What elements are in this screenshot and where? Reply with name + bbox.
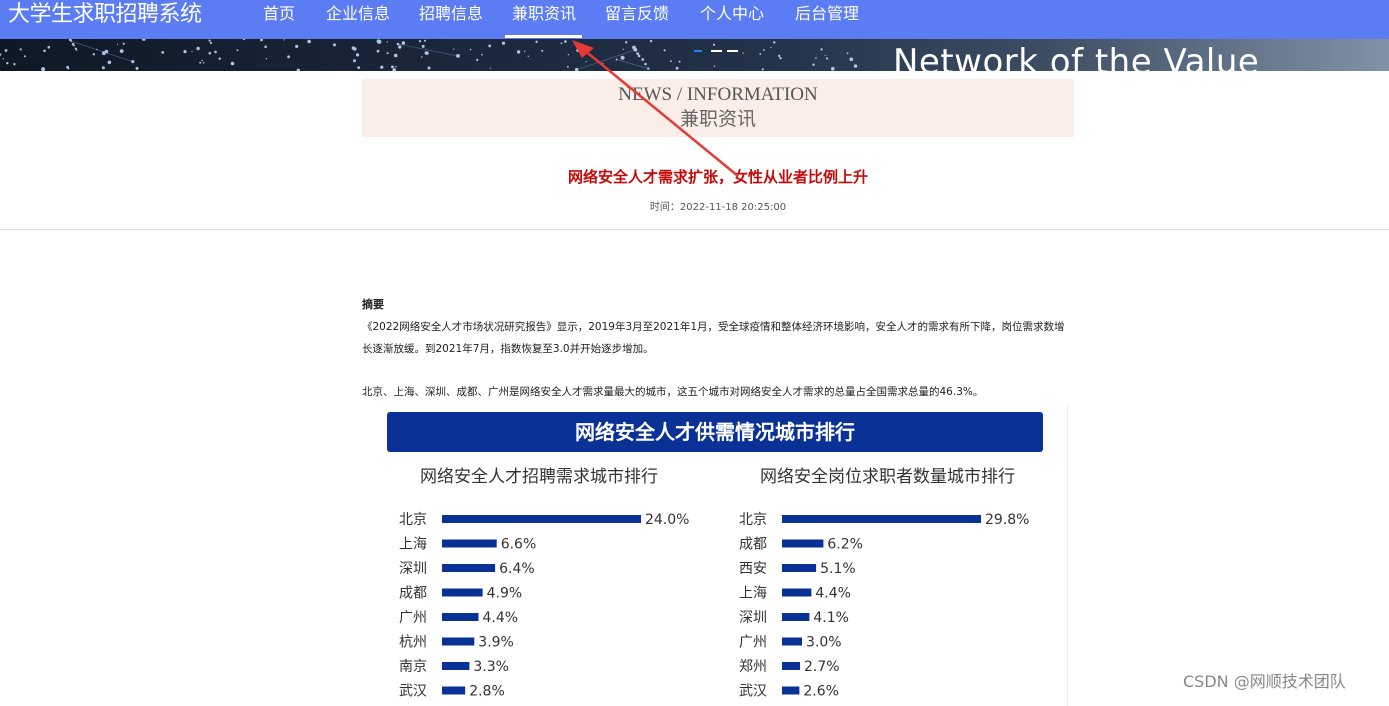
category-label: 北京 [399, 512, 427, 528]
article-paragraph: 《2022网络安全人才市场状况研究报告》显示，2019年3月至2021年1月，受… [362, 316, 1074, 360]
value-label: 4.4% [483, 610, 519, 626]
divider [0, 229, 1389, 230]
value-label: 2.8% [469, 684, 505, 700]
bar [782, 638, 802, 646]
section-header: NEWS / INFORMATION 兼职资讯 [362, 79, 1074, 137]
nav-item-personal-center[interactable]: 个人中心 [700, 4, 764, 24]
bar [442, 515, 641, 523]
infographic-banner: 网络安全人才供需情况城市排行 [387, 412, 1043, 452]
bar [442, 589, 483, 597]
active-tab-indicator [505, 35, 582, 38]
category-label: 武汉 [739, 684, 767, 700]
category-label: 北京 [739, 512, 767, 528]
value-label: 6.6% [501, 537, 537, 553]
chart-jobseekers: 北京 29.8% 成都 6.2% 西安 5.1% 上海 4.4% 深圳 4.1% 广州 3.0% 郑州 2… [735, 501, 1065, 701]
category-label: 成都 [399, 586, 427, 602]
carousel-dot[interactable] [727, 50, 738, 52]
nav-item-feedback[interactable]: 留言反馈 [605, 4, 669, 24]
bar [782, 613, 809, 621]
value-label: 4.9% [487, 586, 523, 602]
category-label: 深圳 [399, 561, 427, 577]
infographic-image: 网络安全人才供需情况城市排行 网络安全人才招聘需求城市排行 网络安全岗位求职者数… [375, 406, 1068, 706]
bar [442, 564, 495, 572]
nav-item-home[interactable]: 首页 [263, 4, 295, 24]
article-timestamp: 时间：2022-11-18 20:25:00 [0, 201, 1389, 215]
nav-item-companies[interactable]: 企业信息 [326, 4, 390, 24]
bar [442, 540, 497, 548]
abstract-label: 摘要 [362, 298, 384, 312]
category-label: 南京 [399, 659, 427, 675]
bar [782, 564, 816, 572]
nav-item-jobs[interactable]: 招聘信息 [419, 4, 483, 24]
article-paragraph: 北京、上海、深圳、成都、广州是网络安全人才需求量最大的城市，这五个城市对网络安全… [362, 381, 1074, 403]
value-label: 24.0% [645, 512, 689, 528]
value-label: 6.2% [827, 537, 863, 553]
chart-title-jobseekers: 网络安全岗位求职者数量城市排行 [760, 466, 1015, 488]
value-label: 3.0% [806, 635, 842, 651]
category-label: 武汉 [399, 684, 427, 700]
bar-chart-demand: 北京 24.0% 上海 6.6% 深圳 6.4% 成都 4.9% 广州 4.4% 杭州 3.9% 南京 3… [395, 501, 725, 701]
value-label: 3.9% [478, 635, 514, 651]
category-label: 成都 [739, 537, 767, 553]
category-label: 深圳 [739, 610, 767, 626]
nav-item-admin[interactable]: 后台管理 [795, 4, 859, 24]
bar-chart-jobseekers: 北京 29.8% 成都 6.2% 西安 5.1% 上海 4.4% 深圳 4.1% 广州 3.0% 郑州 2… [735, 501, 1065, 701]
section-title-en: NEWS / INFORMATION [362, 83, 1074, 107]
category-label: 杭州 [399, 635, 427, 651]
value-label: 29.8% [985, 512, 1029, 528]
banner-slogan: Network of the Value [893, 42, 1259, 71]
bar [442, 638, 474, 646]
value-label: 2.7% [804, 659, 840, 675]
category-label: 西安 [739, 561, 767, 577]
value-label: 5.1% [820, 561, 856, 577]
bar [442, 687, 465, 695]
top-navigation-bar: 大学生求职招聘系统 首页 企业信息 招聘信息 兼职资讯 留言反馈 个人中心 后台… [0, 0, 1389, 39]
site-brand[interactable]: 大学生求职招聘系统 [8, 2, 202, 28]
carousel-dot[interactable] [711, 50, 722, 52]
carousel-dot-active[interactable] [694, 50, 702, 52]
value-label: 6.4% [499, 561, 535, 577]
hero-banner: Network of the Value [0, 39, 1389, 71]
bar [782, 515, 981, 523]
chart-title-demand: 网络安全人才招聘需求城市排行 [420, 466, 658, 488]
value-label: 2.6% [803, 684, 839, 700]
bar [442, 662, 469, 670]
bar [782, 589, 811, 597]
category-label: 上海 [399, 537, 427, 553]
category-label: 广州 [739, 635, 767, 651]
category-label: 郑州 [739, 659, 767, 675]
article-title: 网络安全人才需求扩张，女性从业者比例上升 [0, 167, 1389, 187]
value-label: 3.3% [473, 659, 509, 675]
bar [782, 540, 823, 548]
bar [442, 613, 479, 621]
bar [782, 687, 799, 695]
bar [782, 662, 800, 670]
nav-item-parttime-news[interactable]: 兼职资讯 [512, 4, 576, 24]
chart-demand: 北京 24.0% 上海 6.6% 深圳 6.4% 成都 4.9% 广州 4.4% 杭州 3.9% 南京 3… [395, 501, 725, 701]
value-label: 4.4% [815, 586, 851, 602]
csdn-watermark: CSDN @网顺技术团队 [1183, 672, 1346, 692]
section-title-cn: 兼职资讯 [362, 107, 1074, 131]
category-label: 上海 [739, 586, 767, 602]
category-label: 广州 [399, 610, 427, 626]
value-label: 4.1% [813, 610, 849, 626]
